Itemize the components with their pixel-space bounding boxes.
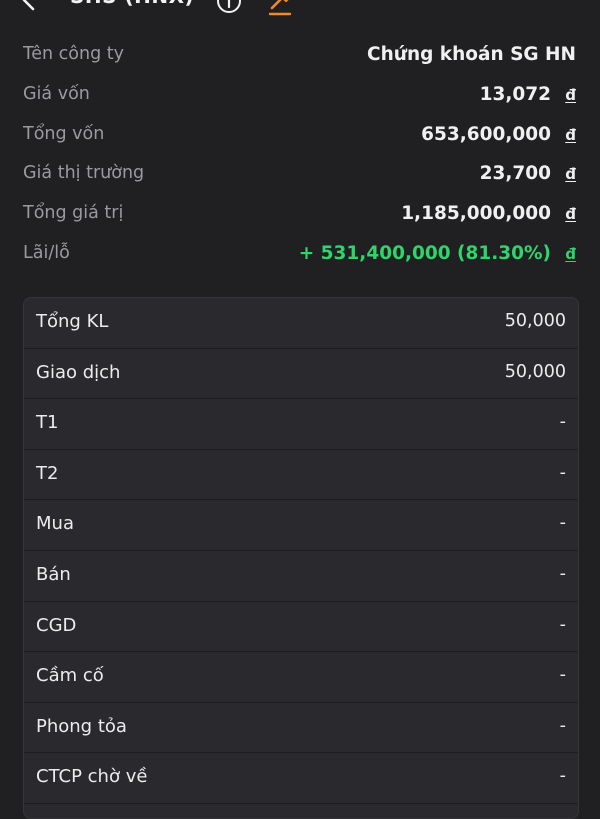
detail-value: - (559, 614, 566, 635)
currency-symbol: đ (565, 85, 576, 104)
summary-row-total-capital: Tổng vốn 653,600,000 đ (23, 120, 578, 160)
detail-value: 50,000 (504, 311, 566, 331)
currency-symbol: đ (565, 125, 576, 144)
company-name-value: Chứng khoán SG HN (367, 44, 576, 65)
summary-label: Tên công ty (23, 44, 124, 64)
top-bar: SHS (HNX) (0, 0, 600, 18)
currency-symbol: đ (565, 205, 576, 224)
summary-label: Tổng vốn (23, 123, 105, 144)
detail-label: Phong tỏa (36, 715, 127, 737)
info-button[interactable] (214, 0, 244, 16)
detail-value: 50,000 (504, 361, 566, 382)
detail-value: - (559, 665, 566, 686)
detail-row-pledged: Cầm cố - (24, 652, 578, 703)
summary-row-market-price: Giá thị trường 23,700 đ (23, 159, 578, 199)
detail-row-cgd: CGD - (24, 602, 578, 653)
detail-value: - (559, 513, 566, 534)
currency-symbol: đ (565, 165, 576, 184)
chevron-left-icon (22, 0, 35, 11)
market-price-value: 23,700 (479, 163, 551, 185)
detail-value: - (559, 462, 566, 483)
back-button[interactable] (16, 0, 44, 14)
tool-button[interactable] (266, 0, 294, 16)
summary-row-company: Tên công ty Chứng khoán SG HN (23, 40, 578, 80)
detail-row-t2: T2 - (24, 450, 578, 501)
hammer-icon (268, 0, 292, 16)
detail-row-pending-shares: CTCP chờ về - (24, 753, 578, 804)
detail-row-total-volume: Tổng KL 50,000 (24, 298, 578, 349)
detail-row-blocked: Phong tỏa - (24, 703, 578, 754)
total-value-value: 1,185,000,000 (401, 203, 551, 225)
detail-row-buy: Mua - (24, 500, 578, 551)
summary-label: Giá thị trường (23, 163, 145, 184)
detail-label: T2 (36, 462, 59, 484)
page-title: SHS (HNX) (70, 0, 194, 8)
info-circle-icon (217, 0, 241, 13)
detail-label: Cầm cố (36, 665, 104, 687)
detail-row-tradable: Giao dịch 50,000 (24, 349, 578, 400)
detail-value: - (559, 766, 566, 787)
currency-symbol: đ (565, 244, 576, 263)
summary-label: Tổng giá trị (23, 203, 124, 224)
detail-row-t1: T1 - (24, 399, 578, 450)
detail-value: - (559, 563, 566, 584)
summary-label: Giá vốn (23, 83, 90, 104)
detail-label: Tổng KL (36, 311, 109, 332)
detail-label: CTCP chờ về (36, 766, 148, 788)
total-capital-value: 653,600,000 (421, 123, 551, 145)
detail-label: Mua (36, 513, 74, 535)
detail-label: T1 (36, 412, 59, 434)
profit-loss-value: + 531,400,000 (81.30%) (298, 242, 551, 264)
summary-row-total-value: Tổng giá trị 1,185,000,000 đ (23, 199, 578, 239)
detail-row-sell: Bán - (24, 551, 578, 602)
detail-label: Giao dịch (36, 361, 121, 383)
position-summary: Tên công ty Chứng khoán SG HN Giá vốn 13… (23, 40, 578, 279)
detail-label: Bán (36, 563, 71, 585)
summary-label: Lãi/lỗ (23, 242, 70, 263)
detail-label: CGD (36, 614, 77, 636)
holding-details-card: Tổng KL 50,000 Giao dịch 50,000 T1 - T2 … (23, 297, 579, 819)
cost-price-value: 13,072 (479, 83, 551, 105)
detail-value: - (559, 412, 566, 433)
detail-value: - (559, 715, 566, 736)
summary-row-profit-loss: Lãi/lỗ + 531,400,000 (81.30%) đ (23, 239, 578, 279)
summary-row-cost-price: Giá vốn 13,072 đ (23, 80, 578, 120)
